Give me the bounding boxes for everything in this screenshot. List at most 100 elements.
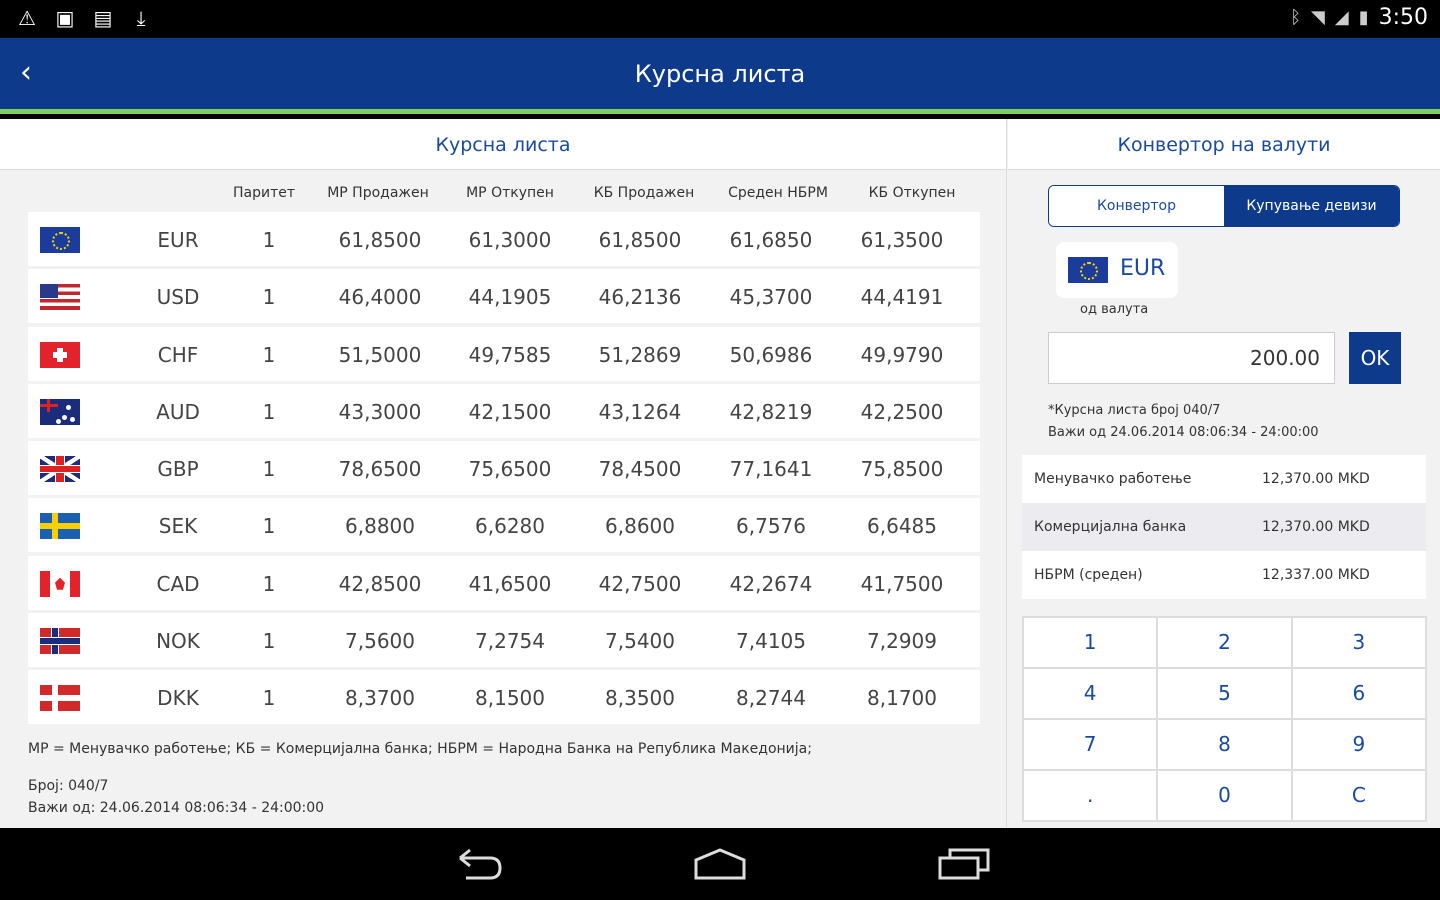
key-1[interactable]: 1 — [1024, 618, 1157, 667]
kb-sell: 43,1264 — [598, 399, 682, 424]
table-row[interactable]: NOK 1 7,5600 7,2754 7,5400 7,4105 7,2909 — [28, 613, 980, 668]
tab-buy-foreign-currency[interactable]: Купување девизи — [1224, 186, 1399, 226]
mr-buy: 75,6500 — [468, 457, 552, 482]
wifi-icon: ◥ — [1311, 7, 1325, 28]
kb-sell: 78,4500 — [598, 457, 682, 482]
key-3[interactable]: 3 — [1292, 618, 1425, 667]
mr-sell: 78,6500 — [338, 457, 422, 482]
parity: 1 — [262, 399, 276, 424]
key-6[interactable]: 6 — [1292, 669, 1425, 718]
currency-code: AUD — [156, 399, 200, 424]
main-content: Курсна листа Паритет МР Продажен МР Отку… — [0, 119, 1440, 828]
nbrm-mid: 42,2674 — [729, 571, 813, 596]
nbrm-mid: 7,4105 — [736, 629, 806, 654]
result-label: Менувачко работење — [1034, 471, 1192, 487]
col-header-nbrm-mid: Среден НБРМ — [728, 185, 828, 201]
table-row[interactable]: DKK 1 8,3700 8,1500 8,3500 8,2744 8,1700 — [28, 670, 980, 725]
mr-sell: 51,5000 — [338, 342, 422, 367]
kb-buy: 8,1700 — [867, 686, 937, 711]
table-row[interactable]: CHF 1 51,5000 49,7585 51,2869 50,6986 49… — [28, 326, 980, 381]
kb-buy: 6,6485 — [867, 514, 937, 539]
mr-buy: 61,3000 — [468, 228, 552, 252]
nav-back-icon[interactable] — [450, 846, 506, 882]
nbrm-mid: 45,3700 — [729, 285, 813, 310]
currency-code: CAD — [156, 571, 200, 596]
result-row: Комерцијална банка 12,370.00 MKD — [1022, 503, 1426, 551]
result-value: 12,370.00 MKD — [1262, 519, 1370, 535]
rates-table-header: Паритет МР Продажен МР Откупен КБ Продаж… — [28, 179, 980, 209]
table-row[interactable]: GBP 1 78,6500 75,6500 78,4500 77,1641 75… — [28, 441, 980, 496]
nav-home-icon[interactable] — [692, 846, 748, 882]
kb-sell: 6,8600 — [605, 514, 675, 539]
key-4[interactable]: 4 — [1024, 669, 1157, 718]
result-label: НБРМ (среден) — [1034, 567, 1143, 583]
gb-flag-icon — [40, 456, 80, 483]
dk-flag-icon — [40, 685, 80, 712]
rates-panel: Курсна листа Паритет МР Продажен МР Отку… — [0, 119, 1007, 828]
key-2[interactable]: 2 — [1158, 618, 1291, 667]
converter-panel: Конвертор на валути Конвертор Купување д… — [1008, 119, 1440, 828]
from-currency-label: од валута — [1080, 302, 1149, 317]
key-5[interactable]: 5 — [1158, 669, 1291, 718]
currency-code: NOK — [156, 629, 200, 654]
sim-icon: ▣ — [55, 6, 75, 30]
parity: 1 — [262, 686, 276, 711]
table-row[interactable]: SEK 1 6,8800 6,6280 6,8600 6,7576 6,6485 — [28, 498, 980, 553]
from-currency-selector[interactable]: EUR — [1056, 242, 1178, 298]
ca-flag-icon — [40, 570, 80, 597]
col-header-parity: Паритет — [232, 185, 296, 201]
key-0[interactable]: 0 — [1158, 771, 1291, 820]
result-value: 12,337.00 MKD — [1262, 567, 1370, 583]
warning-icon: ⚠ — [18, 6, 36, 30]
table-row[interactable]: EUR 1 61,8500 61,3000 61,8500 61,6850 61… — [28, 212, 980, 266]
col-header-kb-sell: КБ Продажен — [593, 185, 695, 201]
nbrm-mid: 61,6850 — [729, 228, 813, 252]
amount-input[interactable]: 200.00 — [1048, 332, 1335, 384]
parity: 1 — [262, 285, 276, 310]
table-row[interactable]: CAD 1 42,8500 41,6500 42,7500 42,2674 41… — [28, 555, 980, 610]
kb-sell: 8,3500 — [605, 686, 675, 711]
result-label: Комерцијална банка — [1034, 519, 1187, 535]
mr-sell: 46,4000 — [338, 285, 422, 310]
kb-sell: 61,8500 — [598, 228, 682, 252]
mr-sell: 6,8800 — [345, 514, 415, 539]
se-flag-icon — [40, 513, 80, 540]
mr-buy: 41,6500 — [468, 571, 552, 596]
clock: 3:50 — [1378, 5, 1428, 30]
key-decimal[interactable]: . — [1024, 771, 1157, 820]
note-line-1: *Курсна листа број 040/7 — [1048, 403, 1221, 418]
kb-sell: 42,7500 — [598, 571, 682, 596]
ok-button[interactable]: OK — [1349, 332, 1401, 384]
table-row[interactable]: USD 1 46,4000 44,1905 46,2136 45,3700 44… — [28, 269, 980, 324]
image-icon: ▤ — [93, 6, 113, 30]
mr-sell: 7,5600 — [345, 629, 415, 654]
parity: 1 — [262, 514, 276, 539]
note-line-2: Важи од 24.06.2014 08:06:34 - 24:00:00 — [1048, 425, 1319, 440]
eu-flag-icon — [1068, 257, 1108, 283]
mr-buy: 44,1905 — [468, 285, 552, 310]
key-8[interactable]: 8 — [1158, 720, 1291, 769]
conversion-results: Менувачко работење 12,370.00 MKD Комерци… — [1022, 455, 1426, 599]
nav-recent-apps-icon[interactable] — [936, 846, 992, 882]
currency-code: EUR — [157, 228, 199, 252]
rates-section-title: Курсна листа — [0, 119, 1006, 170]
rates-table: EUR 1 61,8500 61,3000 61,8500 61,6850 61… — [28, 212, 980, 728]
signal-icon: ◢ — [1334, 7, 1349, 28]
key-7[interactable]: 7 — [1024, 720, 1157, 769]
table-row[interactable]: AUD 1 43,3000 42,1500 43,1264 42,8219 42… — [28, 383, 980, 438]
key-9[interactable]: 9 — [1292, 720, 1425, 769]
kb-buy: 61,3500 — [860, 228, 944, 252]
download-icon: ⤓ — [136, 6, 146, 30]
result-value: 12,370.00 MKD — [1262, 471, 1370, 487]
numeric-keypad: 1 2 3 4 5 6 7 8 9 . 0 C — [1022, 616, 1427, 822]
abbreviation-legend: МР = Менувачко работење; КБ = Комерцијал… — [28, 741, 812, 757]
parity: 1 — [262, 629, 276, 654]
currency-code: SEK — [158, 514, 198, 539]
col-header-mr-sell: МР Продажен — [327, 185, 429, 201]
kb-buy: 7,2909 — [867, 629, 937, 654]
key-clear[interactable]: C — [1292, 771, 1425, 820]
currency-code: DKK — [157, 686, 199, 711]
tab-converter[interactable]: Конвертор — [1049, 186, 1224, 226]
parity: 1 — [262, 228, 276, 252]
app-screen: ⚠ ▣ ▤ ⤓ ᛒ ◥ ◢ ▮ 3:50 ‹ Курсна листа Курс… — [0, 0, 1440, 900]
